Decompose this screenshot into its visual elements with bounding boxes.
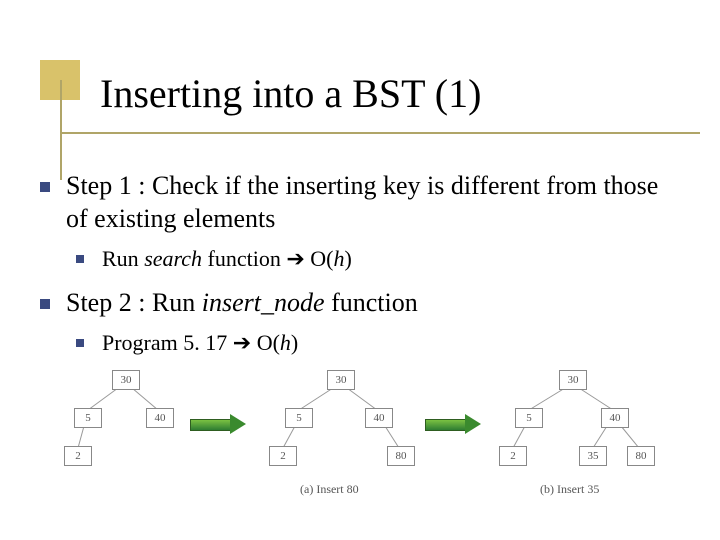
tree-node: 80: [387, 446, 415, 466]
tree-node: 2: [499, 446, 527, 466]
step2-sub-program: Program 5. 17: [102, 330, 233, 355]
step1-sub-function: function: [202, 246, 286, 271]
step2-prefix: Step 2 : Run: [66, 288, 202, 317]
bullet-icon: [40, 182, 50, 192]
bullet-icon: [40, 299, 50, 309]
step2-suffix: function: [325, 288, 418, 317]
tree-node: 35: [579, 446, 607, 466]
title-rule-vertical: [60, 80, 62, 180]
subbullet-step1: Run search function ➔ O(h): [76, 245, 680, 273]
step2-sub-h: h: [280, 330, 291, 355]
tree-node: 5: [285, 408, 313, 428]
tree-node: 5: [74, 408, 102, 428]
step2-sub-bigO-close: ): [291, 330, 298, 355]
arrow-icon: [425, 415, 481, 433]
arrow-icon: ➔: [286, 246, 304, 271]
tree-after-insert-35: 30 5 40 2 35 80: [495, 370, 660, 490]
step1-sub-bigO-close: ): [345, 246, 352, 271]
step1-sub-search: search: [144, 246, 202, 271]
tree-node: 40: [365, 408, 393, 428]
slide: Inserting into a BST (1) Step 1 : Check …: [0, 0, 720, 540]
tree-node: 2: [269, 446, 297, 466]
bullet-step1: Step 1 : Check if the inserting key is d…: [40, 170, 680, 235]
step2-fn: insert_node: [202, 288, 325, 317]
tree-node: 40: [601, 408, 629, 428]
bullet-icon: [76, 339, 84, 347]
step1-text: Step 1 : Check if the inserting key is d…: [66, 171, 658, 233]
subbullet-step2: Program 5. 17 ➔ O(h): [76, 329, 680, 357]
step1-sub-h: h: [334, 246, 345, 271]
title-rule-horizontal: [60, 132, 700, 134]
tree-node: 30: [559, 370, 587, 390]
step2-sub-bigO-open: O(: [251, 330, 280, 355]
figure: 30 5 40 2 30 5 40 2 80 (a) Insert 80: [70, 370, 660, 520]
bullet-icon: [76, 255, 84, 263]
slide-title: Inserting into a BST (1): [100, 70, 481, 117]
tree-node: 40: [146, 408, 174, 428]
caption-b: (b) Insert 35: [540, 482, 599, 497]
tree-node: 5: [515, 408, 543, 428]
body: Step 1 : Check if the inserting key is d…: [40, 170, 680, 371]
tree-node: 2: [64, 446, 92, 466]
arrow-icon: [190, 415, 246, 433]
tree-node: 30: [327, 370, 355, 390]
step1-sub-bigO-open: O(: [305, 246, 334, 271]
step1-sub-run: Run: [102, 246, 144, 271]
tree-after-insert-80: 30 5 40 2 80: [265, 370, 415, 490]
tree-node: 30: [112, 370, 140, 390]
arrow-icon: ➔: [233, 330, 251, 355]
bullet-step2: Step 2 : Run insert_node function: [40, 287, 680, 320]
title-block: Inserting into a BST (1): [40, 60, 680, 150]
tree-initial: 30 5 40 2: [70, 370, 180, 480]
tree-node: 80: [627, 446, 655, 466]
caption-a: (a) Insert 80: [300, 482, 359, 497]
